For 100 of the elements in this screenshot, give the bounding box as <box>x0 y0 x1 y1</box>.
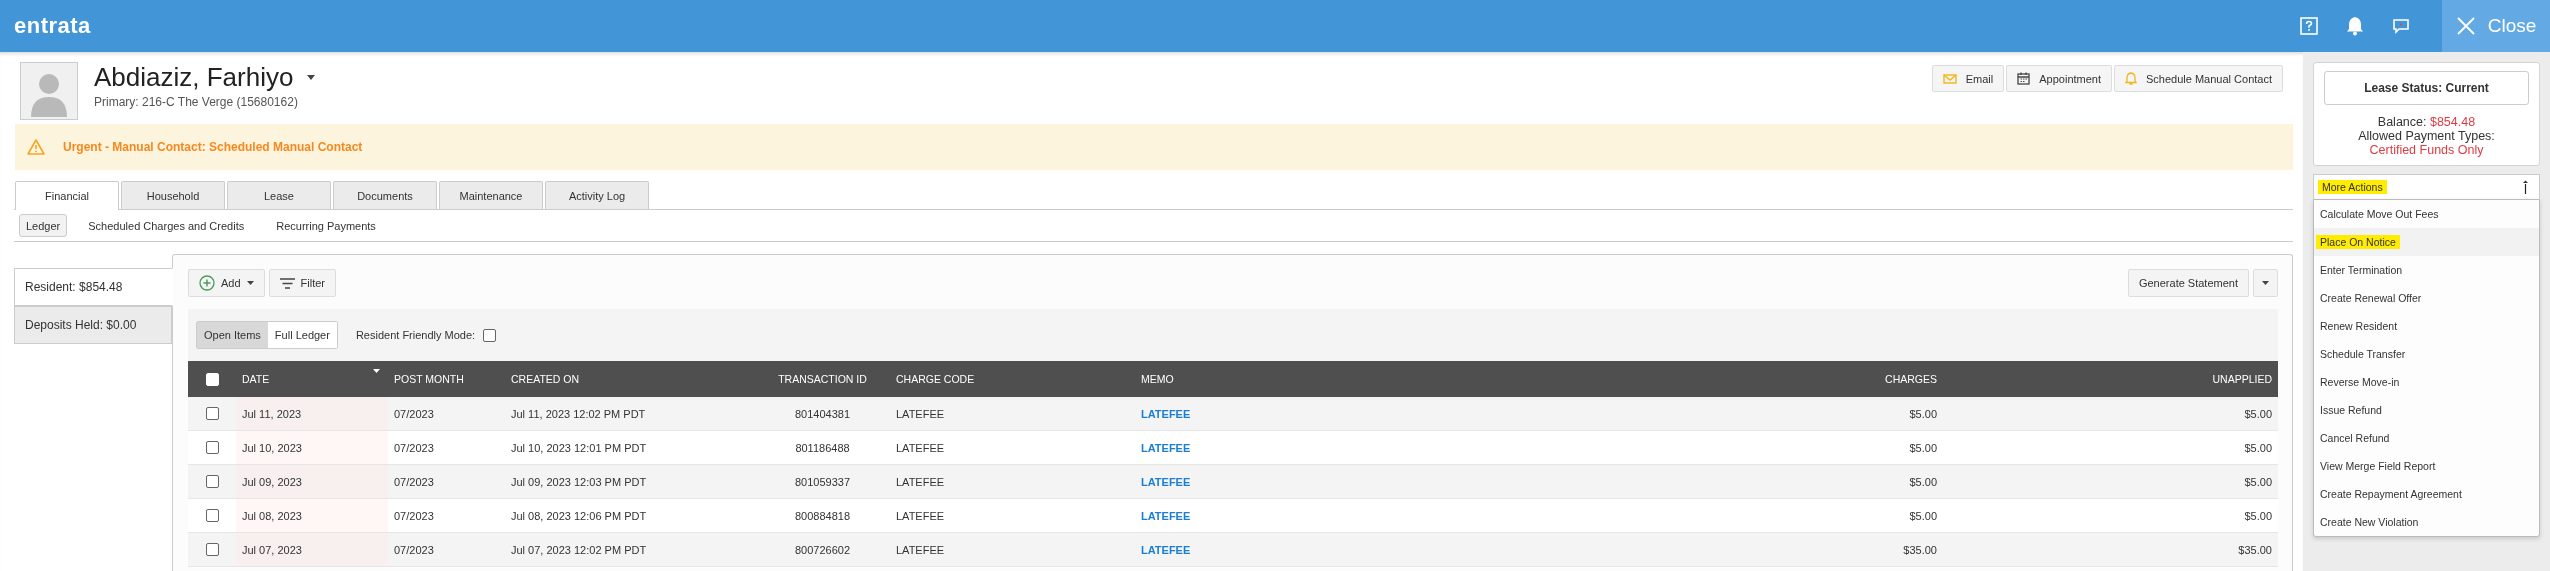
tab[interactable]: Activity Log <box>545 181 649 209</box>
ledger-toggle[interactable]: Full Ledger <box>267 322 337 348</box>
table-cell: 07/2023 <box>394 407 434 420</box>
menu-item[interactable]: Create Renewal Offer <box>2314 284 2539 312</box>
table-cell: $5.00 <box>1909 509 1937 522</box>
row-checkbox[interactable] <box>205 441 219 454</box>
tab[interactable]: Maintenance <box>439 181 543 209</box>
contact-button[interactable]: Schedule Manual Contact <box>2114 65 2283 92</box>
table-cell: 07/2023 <box>394 475 434 488</box>
contact-button[interactable]: Appointment <box>2006 65 2113 92</box>
column-header[interactable]: UNAPPLIED <box>2212 373 2272 385</box>
memo-link[interactable]: LATEFEE <box>1141 543 1191 556</box>
tab[interactable]: Household <box>121 181 225 209</box>
subtab[interactable]: Ledger <box>19 214 68 237</box>
table-cell: $35.00 <box>1903 543 1937 556</box>
balance-tab[interactable]: Deposits Held: $0.00 <box>14 306 172 344</box>
table-cell: $5.00 <box>1909 407 1937 420</box>
table-cell: $5.00 <box>2244 475 2272 488</box>
payment-types-label: Allowed Payment Types: <box>2358 129 2495 143</box>
column-header[interactable]: TRANSACTION ID <box>778 373 867 385</box>
column-header[interactable]: CHARGES <box>1885 373 1937 385</box>
balance-tab[interactable]: Resident: $854.48 <box>14 268 173 306</box>
tab[interactable]: Documents <box>333 181 437 209</box>
table-cell: $5.00 <box>2244 509 2272 522</box>
row-checkbox[interactable] <box>205 475 219 488</box>
alert-text: Urgent - Manual Contact: Scheduled Manual Contact <box>63 140 363 154</box>
caret-icon[interactable] <box>307 75 316 80</box>
ledger-toggle[interactable]: Open Items <box>197 322 268 348</box>
table-cell: $5.00 <box>2244 441 2272 454</box>
payment-types-value: Certified Funds Only <box>2369 143 2484 157</box>
table-cell: LATEFEE <box>896 543 945 556</box>
menu-item[interactable]: Reverse Move-in <box>2314 368 2539 396</box>
plus-circle-icon <box>199 275 215 291</box>
chat-icon[interactable] <box>2392 18 2410 34</box>
table-cell: LATEFEE <box>896 441 945 454</box>
memo-link[interactable]: LATEFEE <box>1141 509 1191 522</box>
table-cell: LATEFEE <box>896 475 945 488</box>
menu-item[interactable]: Cancel Refund <box>2314 424 2539 452</box>
tab[interactable]: Financial <box>15 181 119 210</box>
more-actions-select[interactable]: More Actions <box>2313 174 2540 199</box>
table-cell: Jul 08, 2023 <box>242 509 302 522</box>
cursor-icon <box>2522 180 2529 194</box>
menu-item[interactable]: Enter Termination <box>2314 256 2539 284</box>
row-checkbox[interactable] <box>205 407 219 420</box>
table-cell: 801404381 <box>794 407 851 420</box>
menu-item[interactable]: Renew Resident <box>2314 312 2539 340</box>
help-icon[interactable] <box>2300 17 2318 35</box>
table-cell: 07/2023 <box>394 543 434 556</box>
menu-item[interactable]: Schedule Transfer <box>2314 340 2539 368</box>
table-cell: Jul 09, 2023 12:03 PM PDT <box>511 475 647 488</box>
add-button[interactable]: Add <box>188 269 265 297</box>
table-cell: Jul 10, 2023 <box>242 441 302 454</box>
balance-value: $854.48 <box>2429 115 2476 129</box>
close-icon <box>2455 16 2476 36</box>
subtab[interactable]: Scheduled Charges and Credits <box>77 214 256 237</box>
column-header[interactable]: POST MONTH <box>394 373 464 385</box>
generate-statement-button[interactable]: Generate Statement <box>2127 269 2249 297</box>
table-cell: Jul 11, 2023 <box>242 407 302 420</box>
lease-status-button[interactable]: Lease Status: Current <box>2324 71 2529 105</box>
memo-link[interactable]: LATEFEE <box>1141 441 1191 454</box>
memo-link[interactable]: LATEFEE <box>1141 475 1191 488</box>
menu-item[interactable]: View Merge Field Report <box>2314 452 2539 480</box>
contact-button[interactable]: Email <box>1931 65 2005 92</box>
subtab[interactable]: Recurring Payments <box>265 214 387 237</box>
row-checkbox[interactable] <box>205 543 219 556</box>
menu-item[interactable]: Place On Notice <box>2314 228 2539 256</box>
table-cell: $35.00 <box>2238 543 2272 556</box>
sort-caret-icon <box>373 369 380 373</box>
table-cell: Jul 10, 2023 12:01 PM PDT <box>511 441 647 454</box>
bell-icon <box>2125 71 2138 86</box>
column-header[interactable]: DATE <box>242 373 270 385</box>
column-header[interactable]: CHARGE CODE <box>896 373 975 385</box>
column-header[interactable]: CREATED ON <box>511 373 580 385</box>
select-all-checkbox[interactable] <box>205 372 219 386</box>
menu-item[interactable]: Create New Violation <box>2314 508 2539 536</box>
table-cell: LATEFEE <box>896 509 945 522</box>
tab[interactable]: Lease <box>227 181 331 209</box>
row-checkbox[interactable] <box>205 509 219 522</box>
caret-icon <box>246 281 254 285</box>
menu-item[interactable]: Calculate Move Out Fees <box>2314 200 2539 228</box>
table-cell: LATEFEE <box>896 407 945 420</box>
table-cell: Jul 11, 2023 12:02 PM PDT <box>511 407 646 420</box>
memo-link[interactable]: LATEFEE <box>1141 407 1191 420</box>
table-cell: Jul 07, 2023 12:02 PM PDT <box>511 543 647 556</box>
table-cell: Jul 09, 2023 <box>242 475 302 488</box>
calendar-icon <box>2017 72 2031 85</box>
filter-button[interactable]: Filter <box>268 269 337 297</box>
table-cell: $5.00 <box>1909 475 1937 488</box>
primary-unit: Primary: 216-C The Verge (15680162) <box>94 95 299 109</box>
column-header[interactable]: MEMO <box>1141 373 1174 385</box>
menu-item[interactable]: Create Repayment Agreement <box>2314 480 2539 508</box>
checkbox[interactable] <box>483 328 497 342</box>
dropdown-button[interactable] <box>2253 269 2278 297</box>
table-cell: 801059337 <box>794 475 851 488</box>
table-cell: Jul 08, 2023 12:06 PM PDT <box>511 509 647 522</box>
envelope-icon <box>1942 73 1957 84</box>
table-cell: 800884818 <box>794 509 851 522</box>
bell-icon[interactable] <box>2346 16 2364 36</box>
balance-label: Balance: <box>2377 115 2427 129</box>
menu-item[interactable]: Issue Refund <box>2314 396 2539 424</box>
